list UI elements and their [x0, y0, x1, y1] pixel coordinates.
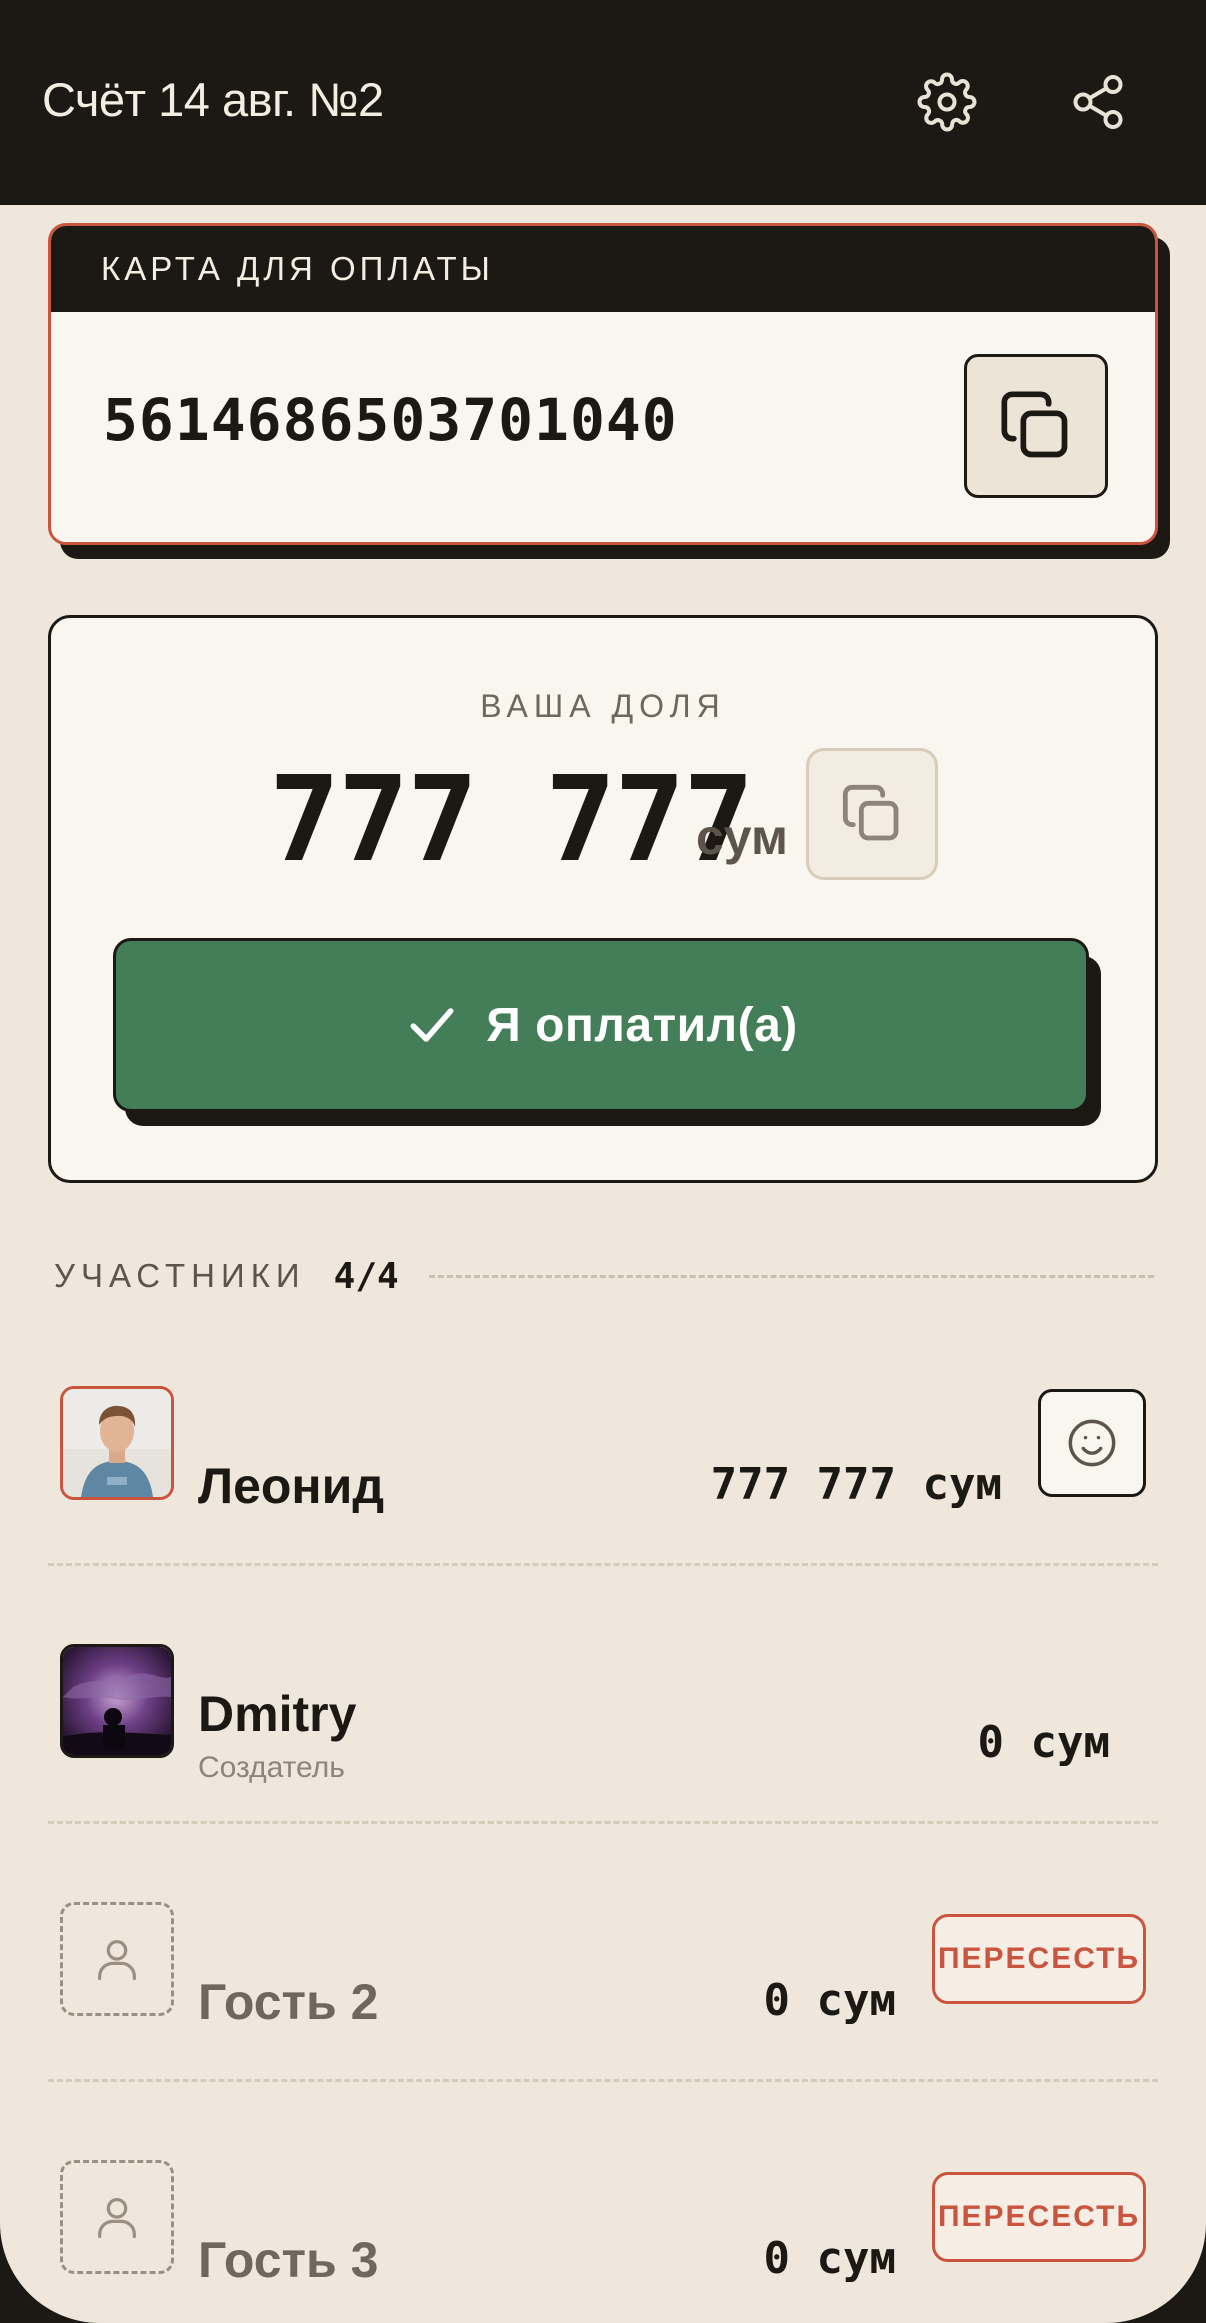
participant-amount: 0 сум: [763, 1975, 896, 2026]
participant-amount: 0 сум: [977, 1717, 1110, 1768]
your-share-panel: ВАША ДОЛЯ 777 777 сум Я оплатил(а): [48, 615, 1158, 1183]
avatar: [60, 1386, 174, 1500]
participant-row[interactable]: Гость 3 0 сум ПЕРЕСЕСТЬ: [0, 2129, 1206, 2323]
copy-amount-button[interactable]: [806, 748, 938, 880]
row-divider: [48, 1821, 1158, 1824]
participant-name: Леонид: [198, 1458, 385, 1514]
mark-paid-button[interactable]: Я оплатил(а): [113, 938, 1089, 1112]
avatar-photo: [63, 1389, 171, 1497]
mark-paid-label: Я оплатил(а): [486, 998, 798, 1052]
gear-icon: [917, 72, 977, 132]
participant-row[interactable]: Dmitry Создатель 0 сум: [0, 1613, 1206, 1871]
payment-card: КАРТА ДЛЯ ОПЛАТЫ 5614686503701040: [48, 223, 1158, 545]
user-icon: [98, 1940, 136, 1981]
avatar: [60, 1644, 174, 1758]
participant-name: Гость 2: [198, 1974, 379, 2030]
emoji-react-button[interactable]: [1038, 1389, 1146, 1497]
card-number: 5614686503701040: [103, 386, 678, 454]
participant-amount: 0 сум: [763, 2233, 896, 2284]
participants-divider: [428, 1274, 1154, 1278]
top-bar: Счёт 14 авг. №2: [0, 0, 1206, 205]
participant-name: Гость 3: [198, 2232, 379, 2288]
switch-seat-button[interactable]: ПЕРЕСЕСТЬ: [932, 1914, 1146, 2004]
participants-header: УЧАСТНИКИ 4/4: [54, 1251, 1154, 1301]
your-share-label: ВАША ДОЛЯ: [480, 688, 726, 724]
share-button[interactable]: [1066, 70, 1130, 134]
check-icon: [410, 1008, 454, 1042]
participant-row[interactable]: Гость 2 0 сум ПЕРЕСЕСТЬ: [0, 1871, 1206, 2129]
guest-avatar: [60, 2160, 174, 2274]
copy-card-number-button[interactable]: [964, 354, 1108, 498]
copy-icon: [842, 784, 899, 841]
row-divider: [48, 1563, 1158, 1566]
guest-avatar: [60, 1902, 174, 2016]
participant-name: Dmitry: [198, 1686, 357, 1742]
participants-count: 4/4: [333, 1255, 399, 1297]
payment-card-panel: КАРТА ДЛЯ ОПЛАТЫ 5614686503701040: [48, 223, 1170, 563]
app-screen: Счёт 14 авг. №2 КАРТА ДЛЯ ОПЛАТЫ 5614686…: [0, 0, 1206, 2323]
participant-row[interactable]: Леонид 777 777 сум: [0, 1355, 1206, 1613]
paid-button-wrap: Я оплатил(а): [113, 938, 1101, 1138]
your-share-amount: 777 777: [269, 750, 754, 888]
smile-icon: [1068, 1419, 1116, 1467]
share-icon: [1073, 75, 1123, 129]
page-title: Счёт 14 авг. №2: [42, 73, 384, 126]
row-divider: [48, 2079, 1158, 2082]
payment-card-heading: КАРТА ДЛЯ ОПЛАТЫ: [51, 226, 1155, 312]
your-share-currency: сум: [696, 809, 788, 865]
bill-content: КАРТА ДЛЯ ОПЛАТЫ 5614686503701040 ВАША Д…: [0, 205, 1206, 2323]
copy-icon: [1001, 391, 1068, 458]
participants-title: УЧАСТНИКИ: [54, 1257, 306, 1294]
settings-button[interactable]: [915, 70, 979, 134]
participant-amount: 777 777 сум: [710, 1459, 1002, 1510]
participant-role: Создатель: [198, 1751, 345, 1784]
switch-seat-button[interactable]: ПЕРЕСЕСТЬ: [932, 2172, 1146, 2262]
user-icon: [98, 2198, 136, 2239]
avatar-photo: [63, 1647, 171, 1755]
